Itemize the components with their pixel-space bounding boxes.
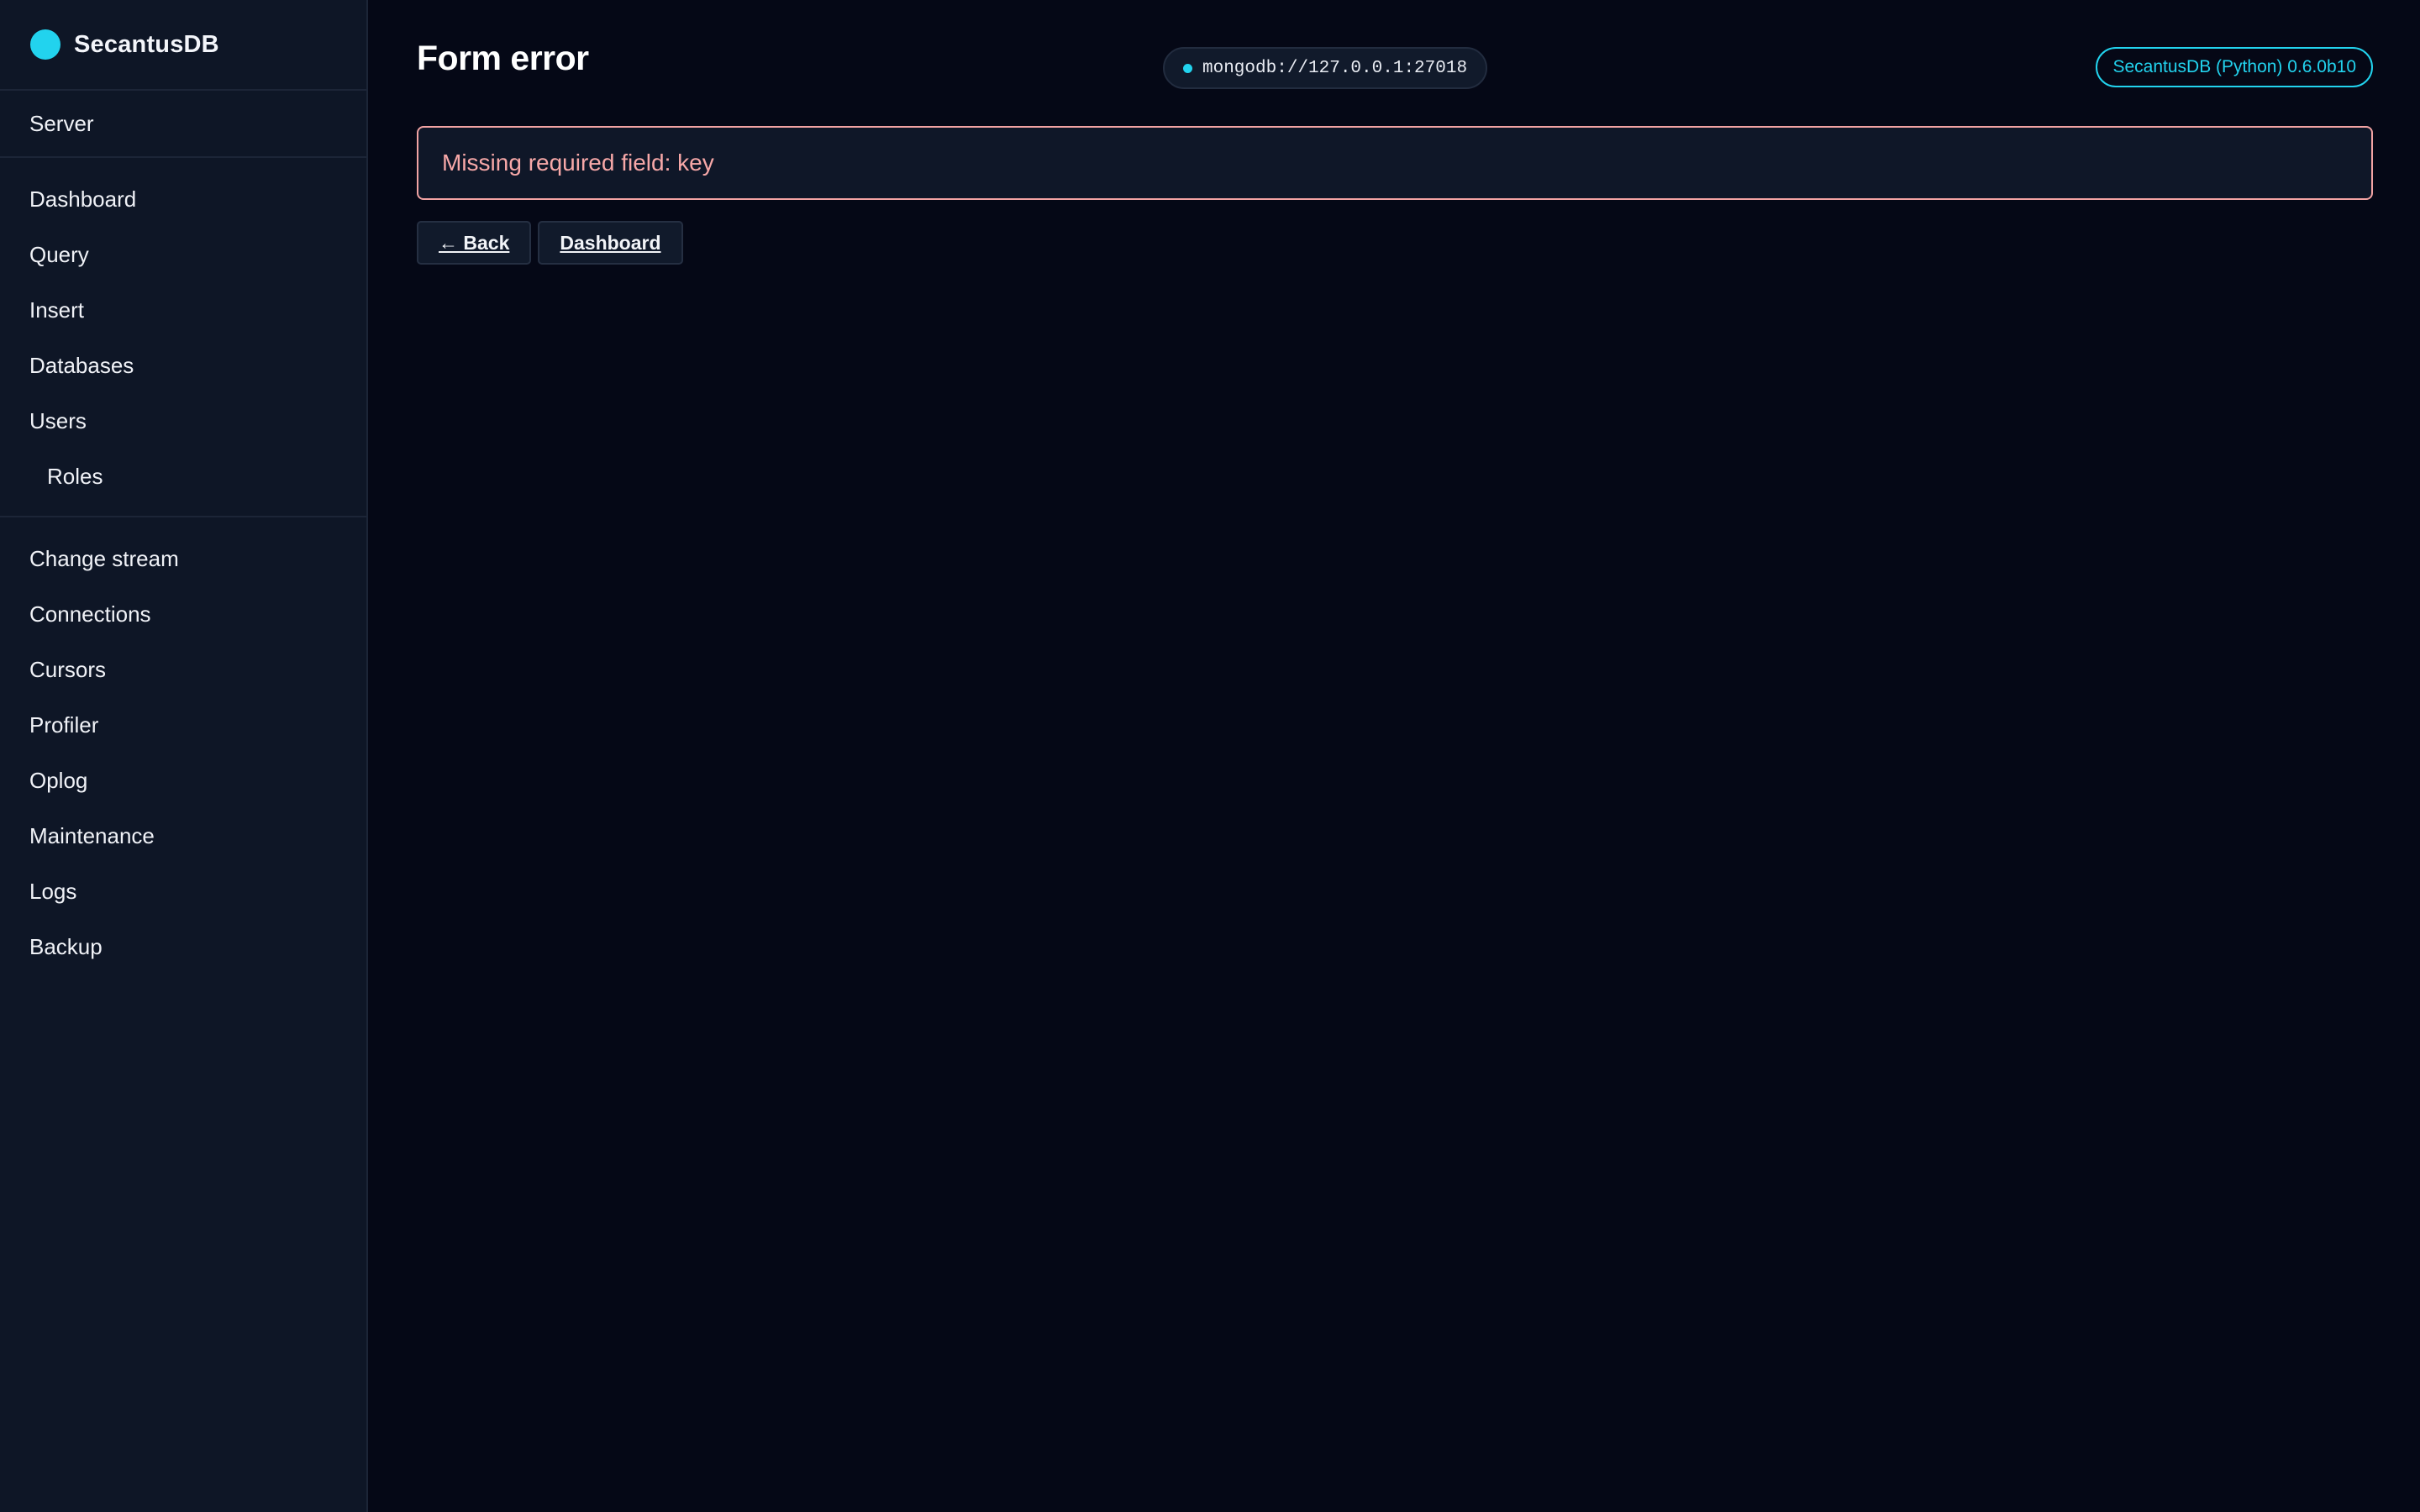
sidebar-item-backup[interactable]: Backup xyxy=(0,919,366,974)
dashboard-button[interactable]: Dashboard xyxy=(538,221,683,265)
connection-status-icon xyxy=(1183,63,1192,73)
nav-group-server: Server xyxy=(0,91,366,158)
version-badge: SecantusDB (Python) 0.6.0b10 xyxy=(2096,47,2373,87)
sidebar-item-cursors[interactable]: Cursors xyxy=(0,642,366,697)
sidebar-item-dashboard[interactable]: Dashboard xyxy=(0,171,366,227)
main-content: Form error mongodb://127.0.0.1:27018 Sec… xyxy=(368,0,2420,1512)
sidebar-item-oplog[interactable]: Oplog xyxy=(0,753,366,808)
brand-name: SecantusDB xyxy=(74,30,219,58)
sidebar-item-users[interactable]: Users xyxy=(0,393,366,449)
error-alert: Missing required field: key xyxy=(417,126,2373,200)
sidebar-item-profiler[interactable]: Profiler xyxy=(0,697,366,753)
sidebar-item-logs[interactable]: Logs xyxy=(0,864,366,919)
nav-group-main: Dashboard Query Insert Databases Users R… xyxy=(0,158,366,517)
connection-pill: mongodb://127.0.0.1:27018 xyxy=(1163,47,1488,89)
sidebar-item-databases[interactable]: Databases xyxy=(0,338,366,393)
action-buttons: ← Back Dashboard xyxy=(417,221,683,265)
logo-dot-icon xyxy=(30,29,60,60)
sidebar-item-change-stream[interactable]: Change stream xyxy=(0,531,366,586)
sidebar-item-query[interactable]: Query xyxy=(0,227,366,282)
sidebar-item-roles[interactable]: Roles xyxy=(0,449,366,504)
page-title: Form error xyxy=(417,39,589,77)
nav-group-tools: Change stream Connections Cursors Profil… xyxy=(0,517,366,974)
app-window: SecantusDB Server Dashboard Query Insert… xyxy=(0,0,2420,1512)
sidebar-item-insert[interactable]: Insert xyxy=(0,282,366,338)
sidebar-item-server[interactable]: Server xyxy=(0,96,366,151)
sidebar-item-connections[interactable]: Connections xyxy=(0,586,366,642)
brand[interactable]: SecantusDB xyxy=(0,0,366,91)
error-message: Missing required field: key xyxy=(442,150,714,176)
sidebar-item-maintenance[interactable]: Maintenance xyxy=(0,808,366,864)
connection-string: mongodb://127.0.0.1:27018 xyxy=(1202,58,1468,78)
sidebar: SecantusDB Server Dashboard Query Insert… xyxy=(0,0,368,1512)
back-button[interactable]: ← Back xyxy=(417,221,532,265)
